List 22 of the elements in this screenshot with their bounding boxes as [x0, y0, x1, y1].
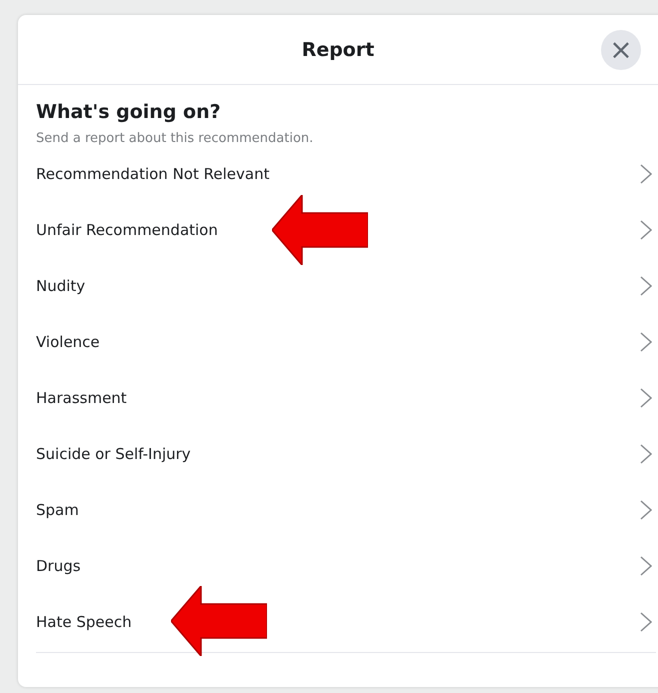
chevron-icon: [640, 220, 652, 240]
heading: What's going on?: [36, 101, 222, 123]
dialog-title: Report: [302, 38, 374, 60]
chevron-icon: [640, 444, 652, 464]
report-option[interactable]: Hate Speech: [36, 594, 656, 650]
chevron-icon: [640, 332, 652, 352]
chevron-icon: [640, 164, 652, 184]
chevron-icon: [640, 612, 652, 632]
chevron-icon: [640, 500, 652, 520]
report-option[interactable]: Nudity: [36, 258, 656, 314]
report-option[interactable]: Violence: [36, 314, 656, 370]
report-option[interactable]: Suicide or Self-Injury: [36, 426, 656, 482]
report-option[interactable]: Spam: [36, 482, 656, 538]
report-option[interactable]: Recommendation Not Relevant: [36, 146, 656, 202]
chevron-icon: [640, 556, 652, 576]
report-option[interactable]: Harassment: [36, 370, 656, 426]
close-button[interactable]: ×: [601, 30, 641, 70]
chevron-icon: [640, 388, 652, 408]
subtitle: Send a report about this recommendation.: [36, 131, 314, 146]
chevron-icon: [640, 276, 652, 296]
report-option[interactable]: Drugs: [36, 538, 656, 594]
report-option[interactable]: Unfair Recommendation: [36, 202, 656, 258]
